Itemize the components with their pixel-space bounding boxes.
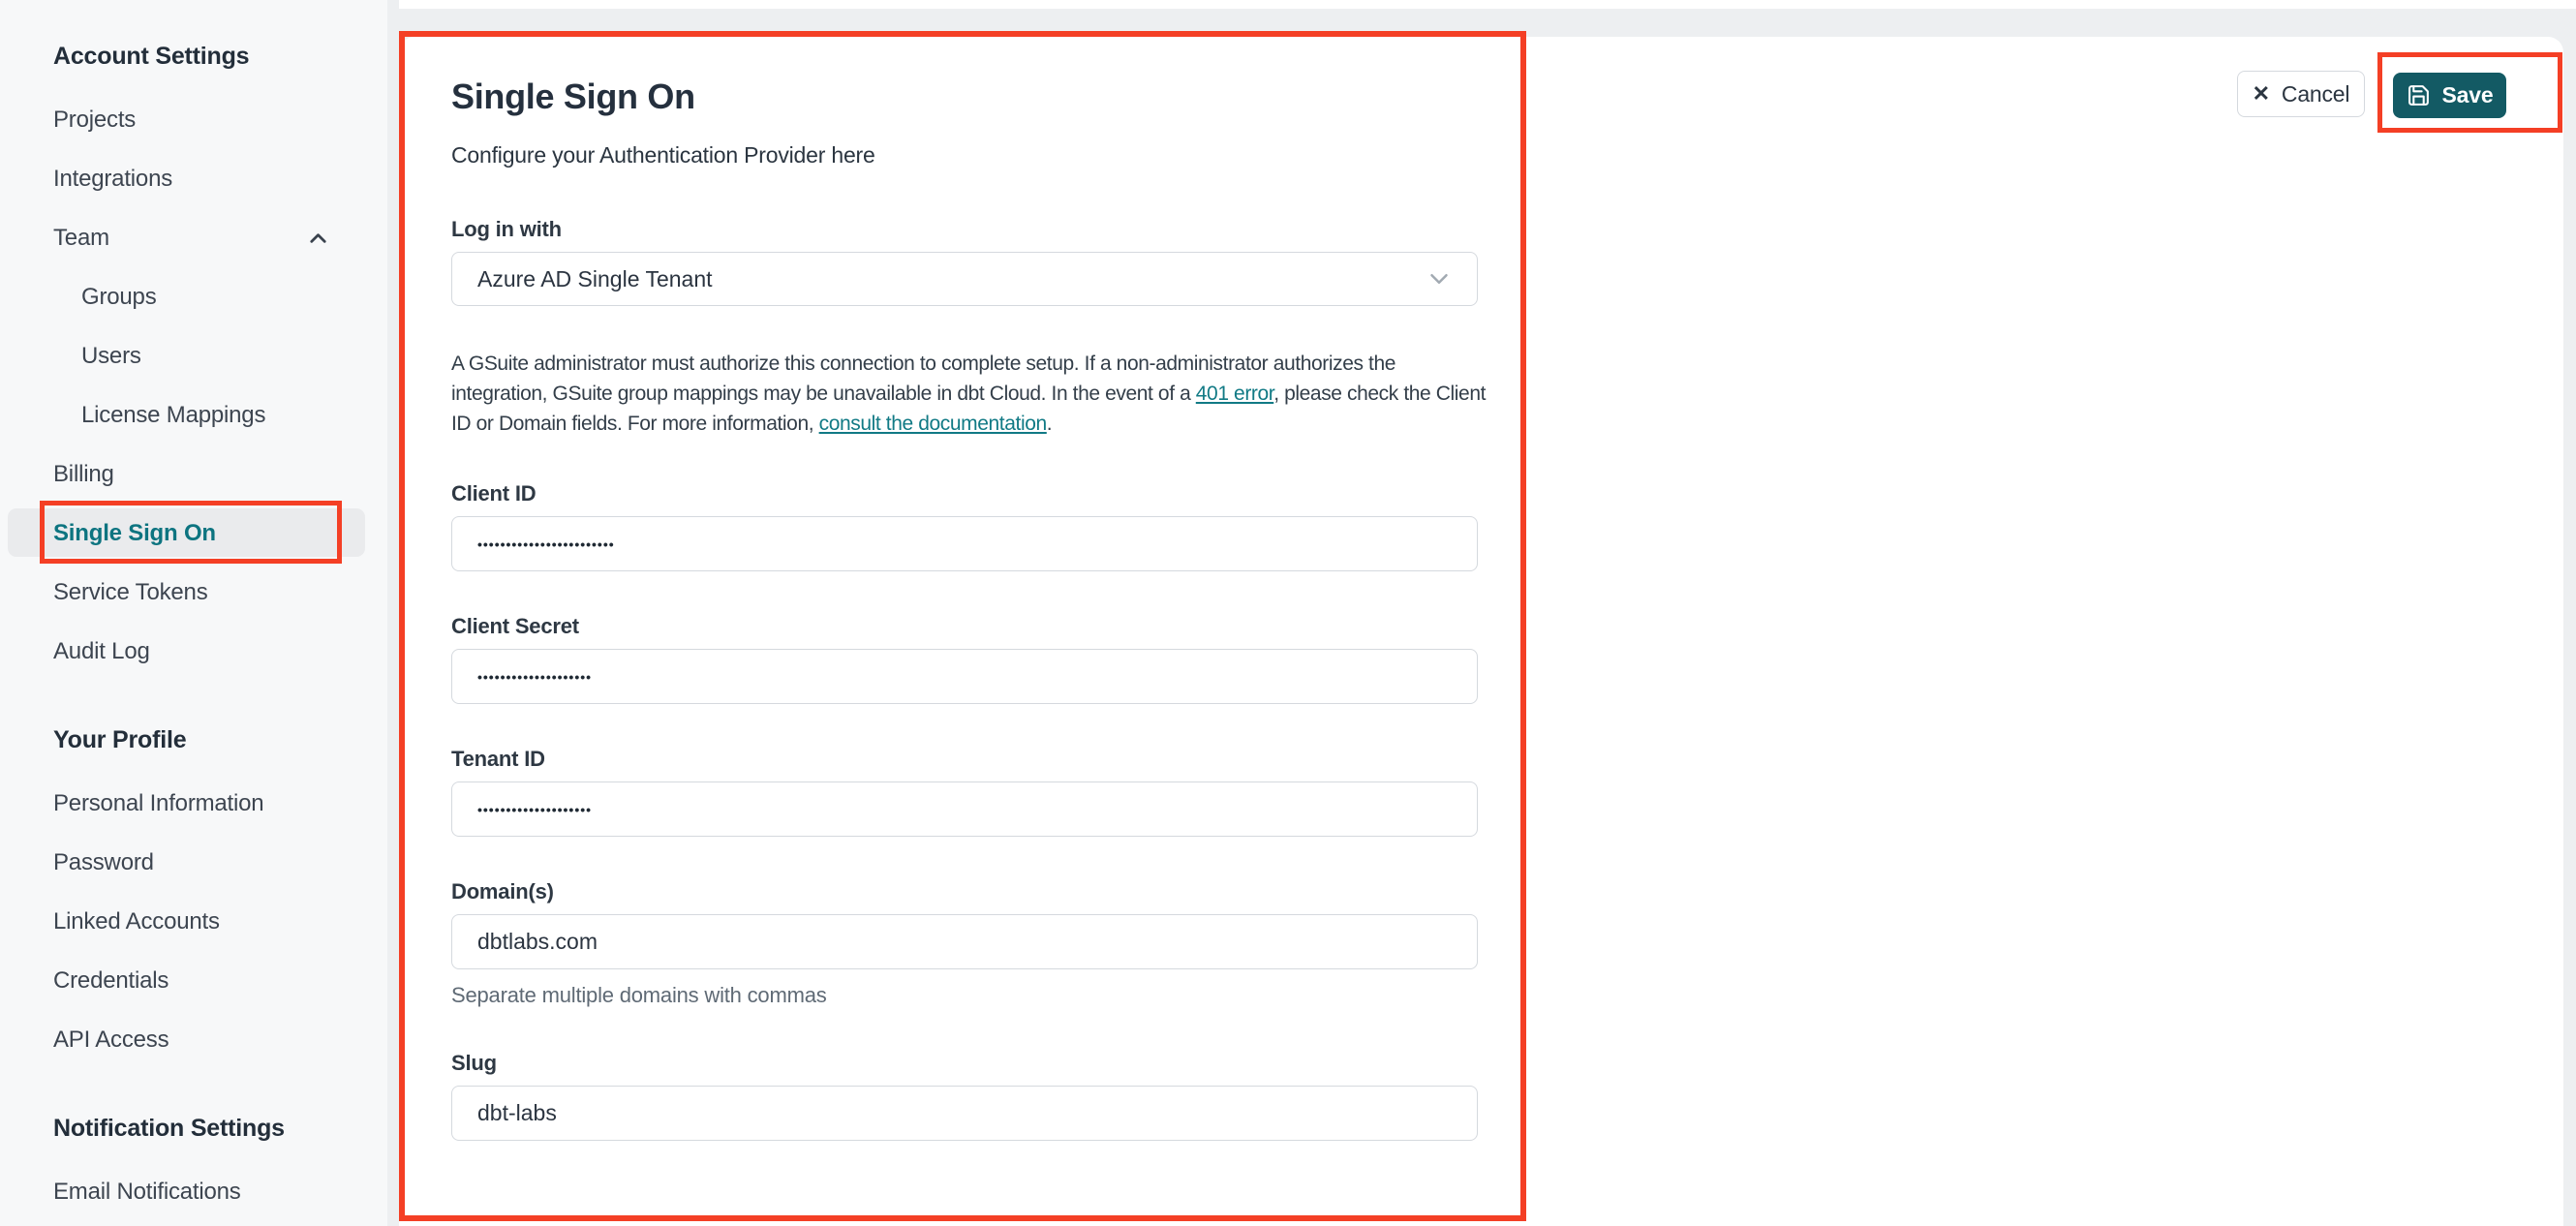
sidebar-heading-account-settings: Account Settings <box>53 43 250 70</box>
sidebar-item-api-access[interactable]: API Access <box>0 1010 387 1069</box>
save-button-label: Save <box>2441 82 2494 107</box>
consult-documentation-link[interactable]: consult the documentation <box>819 413 1048 435</box>
slug-group: Slug <box>451 1051 1497 1142</box>
sso-form: Single Sign On Configure your Authentica… <box>451 37 1497 1142</box>
sidebar-item-password[interactable]: Password <box>0 833 387 892</box>
save-button[interactable]: Save <box>2393 73 2506 118</box>
domains-label: Domain(s) <box>451 879 554 904</box>
sidebar-section-account-settings: Account Settings Projects Integrations T… <box>0 42 387 681</box>
sidebar-item-projects[interactable]: Projects <box>0 90 387 149</box>
sidebar-item-users[interactable]: Users <box>0 326 387 385</box>
sso-content-card: ✕ Cancel Save Single Sign On Configure y… <box>399 37 2563 1226</box>
gsuite-note-line1: A GSuite administrator must authorize th… <box>451 352 1396 376</box>
cancel-button[interactable]: ✕ Cancel <box>2237 71 2365 117</box>
chevron-down-icon <box>1425 264 1454 293</box>
top-header-strip <box>399 0 2576 9</box>
401-error-link[interactable]: 401 error <box>1196 383 1274 405</box>
sidebar-item-service-tokens[interactable]: Service Tokens <box>0 563 387 622</box>
login-with-select[interactable]: Azure AD Single Tenant <box>451 252 1478 307</box>
gsuite-note-line3: ID or Domain fields. For more informatio… <box>451 413 1053 436</box>
domains-input[interactable] <box>451 914 1478 970</box>
cancel-button-label: Cancel <box>2281 80 2350 107</box>
sidebar-item-billing[interactable]: Billing <box>0 444 387 504</box>
settings-sidebar: Account Settings Projects Integrations T… <box>0 0 387 1226</box>
sidebar-section-notification-settings: Notification Settings Email Notification… <box>0 1114 387 1221</box>
slug-input[interactable] <box>451 1086 1478 1142</box>
sidebar-heading-notification-settings: Notification Settings <box>53 1115 285 1142</box>
header-actions: ✕ Cancel Save <box>2237 71 2506 118</box>
tenant-id-label: Tenant ID <box>451 747 545 772</box>
client-secret-input[interactable] <box>451 649 1478 705</box>
slug-label: Slug <box>451 1051 497 1076</box>
login-with-selected-value: Azure AD Single Tenant <box>477 265 713 291</box>
sidebar-item-linked-accounts[interactable]: Linked Accounts <box>0 892 387 951</box>
close-icon: ✕ <box>2252 81 2270 106</box>
client-secret-group: Client Secret <box>451 614 1497 705</box>
tenant-id-input[interactable] <box>451 782 1478 838</box>
sidebar-item-email-notifications[interactable]: Email Notifications <box>0 1162 387 1221</box>
client-id-label: Client ID <box>451 481 537 506</box>
page-title: Single Sign On <box>451 77 695 116</box>
sidebar-item-personal-information[interactable]: Personal Information <box>0 774 387 833</box>
sidebar-item-license-mappings[interactable]: License Mappings <box>0 385 387 444</box>
sso-settings-page: Account Settings Projects Integrations T… <box>0 0 2576 1226</box>
client-secret-label: Client Secret <box>451 614 579 639</box>
login-with-label: Log in with <box>451 217 562 242</box>
sidebar-item-team[interactable]: Team <box>0 208 387 267</box>
tenant-id-group: Tenant ID <box>451 747 1497 838</box>
gsuite-note: A GSuite administrator must authorize th… <box>451 349 1497 439</box>
sidebar-item-audit-log[interactable]: Audit Log <box>0 622 387 681</box>
save-icon <box>2407 83 2431 107</box>
domains-group: Domain(s) Separate multiple domains with… <box>451 879 1497 1008</box>
client-id-group: Client ID <box>451 481 1497 572</box>
sidebar-item-integrations[interactable]: Integrations <box>0 149 387 208</box>
sidebar-item-single-sign-on[interactable]: Single Sign On <box>0 504 387 563</box>
sidebar-section-your-profile: Your Profile Personal Information Passwo… <box>0 725 387 1069</box>
page-subtitle: Configure your Authentication Provider h… <box>451 142 875 169</box>
client-id-input[interactable] <box>451 516 1478 572</box>
domains-helper-text: Separate multiple domains with commas <box>451 983 827 1008</box>
sidebar-heading-your-profile: Your Profile <box>53 726 187 753</box>
sidebar-item-groups[interactable]: Groups <box>0 267 387 326</box>
chevron-up-icon[interactable] <box>305 225 331 251</box>
gsuite-note-line2: integration, GSuite group mappings may b… <box>451 383 1487 406</box>
sidebar-item-credentials[interactable]: Credentials <box>0 951 387 1010</box>
